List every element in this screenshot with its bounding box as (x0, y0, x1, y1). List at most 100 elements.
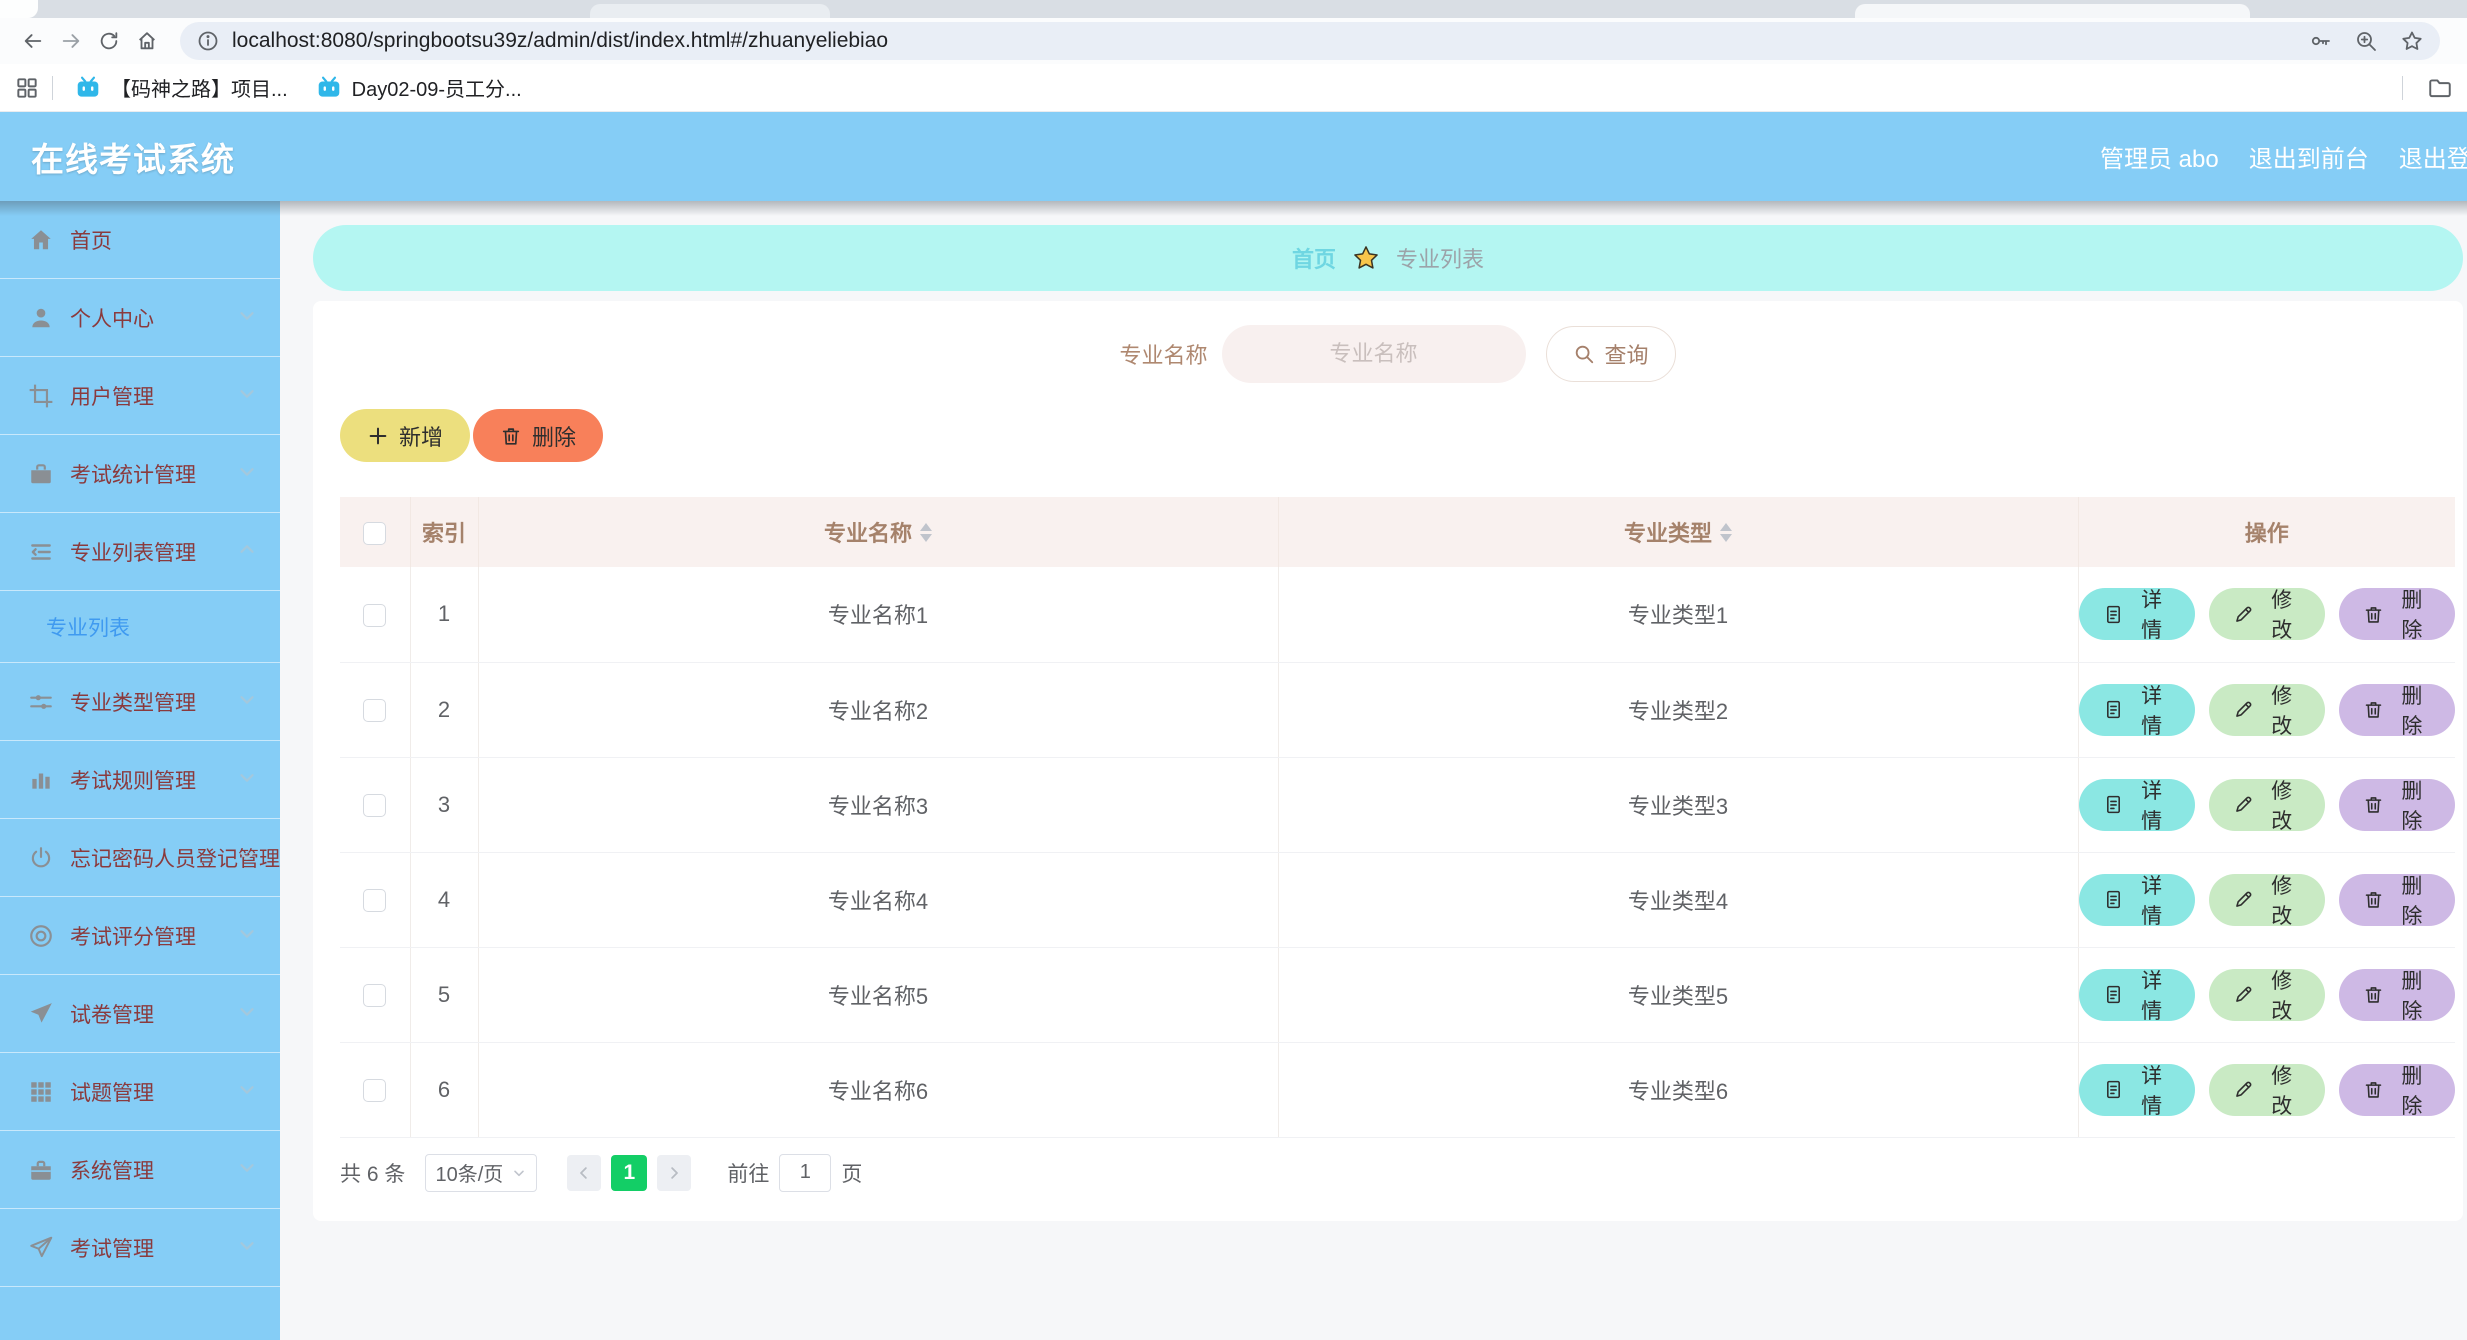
sidebar-item[interactable]: 专业类型管理 (0, 663, 280, 741)
row-checkbox[interactable] (363, 889, 386, 912)
cell-type: 专业类型1 (1278, 567, 2078, 662)
sidebar-item-label: 专业列表管理 (70, 537, 196, 567)
page-number-active[interactable]: 1 (611, 1155, 647, 1191)
cell-name: 专业名称4 (478, 852, 1278, 947)
row-delete-button[interactable]: 删除 (2339, 874, 2455, 926)
forward-icon[interactable] (52, 22, 90, 60)
refresh-icon[interactable] (90, 22, 128, 60)
cell-type: 专业类型6 (1278, 1042, 2078, 1137)
cell-index: 4 (410, 852, 478, 947)
sidebar-item[interactable]: 忘记密码人员登记管理 (0, 819, 280, 897)
search-icon (1573, 343, 1595, 365)
sidebar-item[interactable]: 考试规则管理 (0, 741, 280, 819)
url-text[interactable]: localhost:8080/springbootsu39z/admin/dis… (232, 29, 2286, 53)
site-info-icon[interactable] (196, 29, 220, 53)
zoom-in-icon[interactable] (2354, 29, 2378, 53)
sidebar-item[interactable]: 系统管理 (0, 1131, 280, 1209)
detail-button[interactable]: 详情 (2079, 969, 2195, 1021)
sidebar-item[interactable]: 考试管理 (0, 1209, 280, 1287)
add-button[interactable]: 新增 (340, 409, 470, 462)
row-delete-button[interactable]: 删除 (2339, 684, 2455, 736)
browser-tab-fragment[interactable] (0, 0, 38, 18)
cell-index: 5 (410, 947, 478, 1042)
star-icon (1352, 244, 1380, 272)
plus-icon (367, 425, 389, 447)
breadcrumb-home-link[interactable]: 首页 (1292, 242, 1336, 274)
row-checkbox[interactable] (363, 794, 386, 817)
page-unit-label: 页 (841, 1158, 862, 1188)
folder-icon[interactable] (2427, 75, 2453, 101)
delete-button[interactable]: 删除 (473, 409, 603, 462)
chevron-down-icon (236, 766, 258, 793)
sidebar-item[interactable]: 试卷管理 (0, 975, 280, 1053)
column-header-name[interactable]: 专业名称 (478, 497, 1278, 567)
browser-tab-fragment[interactable] (1855, 4, 2250, 18)
sidebar-item[interactable]: 个人中心 (0, 279, 280, 357)
back-icon[interactable] (14, 22, 52, 60)
row-checkbox[interactable] (363, 1079, 386, 1102)
search-input[interactable] (1222, 325, 1526, 383)
row-delete-button[interactable]: 删除 (2339, 1064, 2455, 1116)
chevron-right-icon (665, 1164, 683, 1182)
detail-button[interactable]: 详情 (2079, 874, 2195, 926)
cell-type: 专业类型4 (1278, 852, 2078, 947)
prev-page-button[interactable] (567, 1155, 601, 1191)
sort-carets-icon[interactable] (1720, 523, 1732, 542)
table-row: 4专业名称4专业类型4详情修改删除 (340, 852, 2455, 947)
edit-button[interactable]: 修改 (2209, 969, 2325, 1021)
row-delete-button[interactable]: 删除 (2339, 969, 2455, 1021)
edit-button[interactable]: 修改 (2209, 874, 2325, 926)
page-size-select[interactable]: 10条/页 (425, 1154, 537, 1192)
goto-page-input[interactable]: 1 (779, 1154, 831, 1192)
row-checkbox[interactable] (363, 984, 386, 1007)
edit-button[interactable]: 修改 (2209, 684, 2325, 736)
sidebar-item[interactable]: 专业列表管理 (0, 513, 280, 591)
sidebar-subitem[interactable]: 专业列表 (0, 591, 280, 663)
bookmark-star-icon[interactable] (2400, 29, 2424, 53)
bookmark-label: 【码神之路】项目... (111, 73, 288, 102)
row-checkbox[interactable] (363, 604, 386, 627)
bookmark-item[interactable]: 【码神之路】项目... (75, 73, 288, 102)
column-header-type[interactable]: 专业类型 (1278, 497, 2078, 567)
pen-icon (2233, 794, 2254, 815)
header-link-logout[interactable]: 退出登录 (2399, 139, 2467, 174)
bookmark-item[interactable]: Day02-09-员工分... (316, 73, 522, 102)
detail-button[interactable]: 详情 (2079, 684, 2195, 736)
sort-carets-icon[interactable] (920, 523, 932, 542)
sidebar-item[interactable]: 考试统计管理 (0, 435, 280, 513)
address-bar[interactable]: localhost:8080/springbootsu39z/admin/dis… (180, 22, 2440, 60)
next-page-button[interactable] (657, 1155, 691, 1191)
sidebar-item[interactable]: 首页 (0, 201, 280, 279)
password-key-icon[interactable] (2308, 29, 2332, 53)
bookmark-label: Day02-09-员工分... (352, 73, 522, 102)
chevron-down-icon (236, 1000, 258, 1027)
detail-button[interactable]: 详情 (2079, 588, 2195, 640)
edit-button[interactable]: 修改 (2209, 588, 2325, 640)
row-checkbox[interactable] (363, 699, 386, 722)
sidebar-item[interactable]: 用户管理 (0, 357, 280, 435)
sidebar-item-label: 个人中心 (70, 303, 154, 333)
ring-icon (28, 923, 54, 949)
edit-button[interactable]: 修改 (2209, 1064, 2325, 1116)
pen-icon (2233, 889, 2254, 910)
column-header-actions: 操作 (2078, 497, 2455, 567)
sidebar-item[interactable]: 考试评分管理 (0, 897, 280, 975)
edit-button[interactable]: 修改 (2209, 779, 2325, 831)
row-delete-button[interactable]: 删除 (2339, 779, 2455, 831)
trash-icon (2363, 1079, 2384, 1100)
detail-button[interactable]: 详情 (2079, 779, 2195, 831)
tv-icon (316, 75, 342, 101)
row-delete-button[interactable]: 删除 (2339, 588, 2455, 640)
browser-home-icon[interactable] (128, 22, 166, 60)
select-all-checkbox[interactable] (363, 522, 386, 545)
pen-icon (2233, 984, 2254, 1005)
trash-icon (2363, 604, 2384, 625)
document-icon (2103, 984, 2124, 1005)
detail-button[interactable]: 详情 (2079, 1064, 2195, 1116)
query-button[interactable]: 查询 (1546, 326, 1676, 382)
promotion-icon (28, 1235, 54, 1261)
header-link-front[interactable]: 退出到前台 (2249, 139, 2369, 174)
browser-tab-fragment[interactable] (590, 4, 830, 18)
apps-grid-icon[interactable] (14, 75, 40, 101)
sidebar-item[interactable]: 试题管理 (0, 1053, 280, 1131)
